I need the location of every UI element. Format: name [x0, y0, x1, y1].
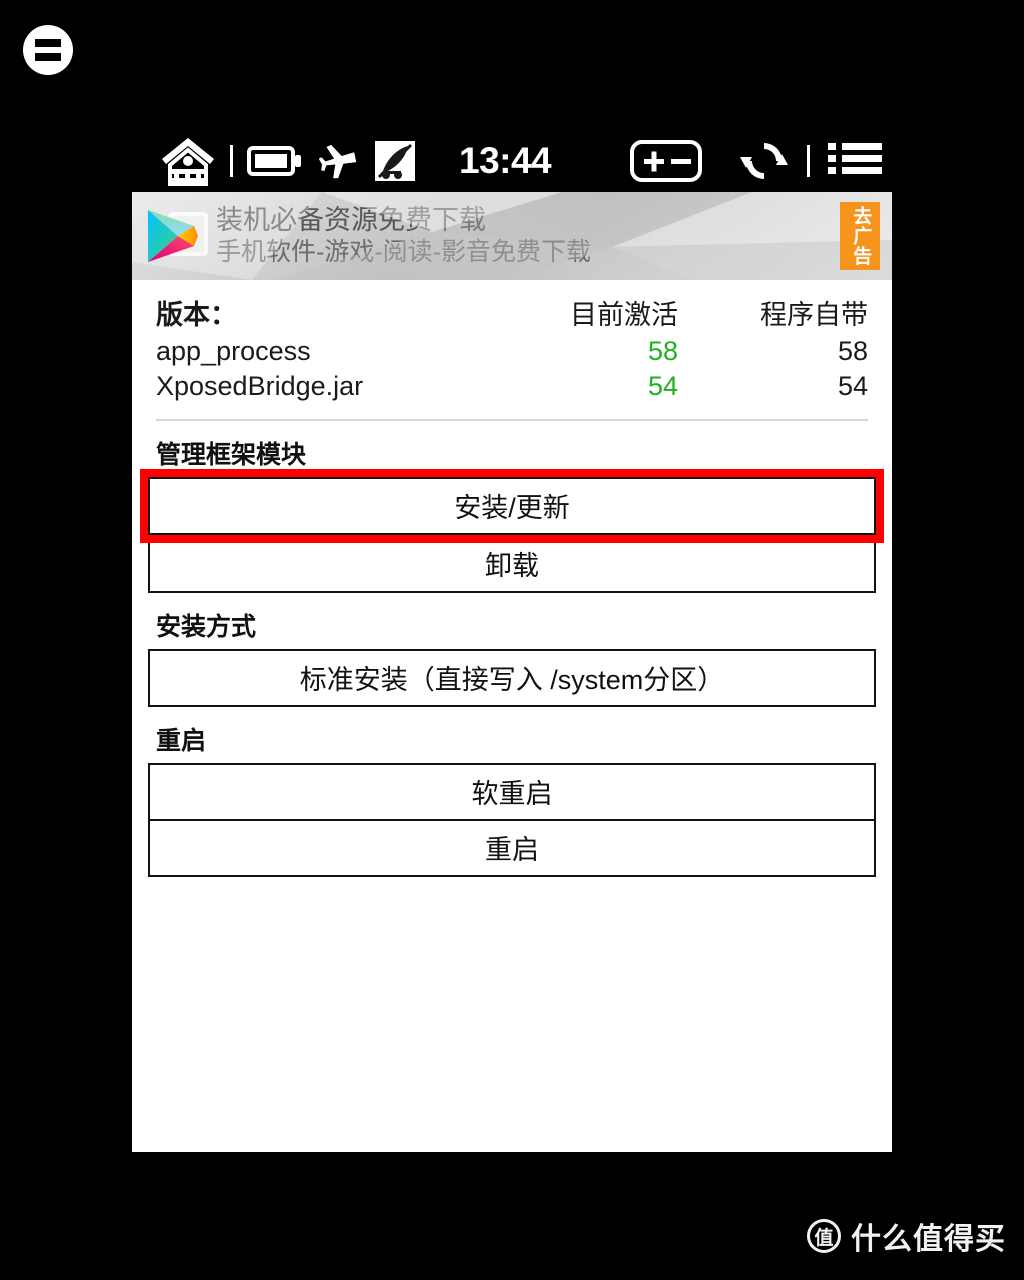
- install-update-button[interactable]: 安装/更新: [148, 476, 876, 535]
- home-fence-icon[interactable]: [160, 136, 216, 186]
- status-bar-clock: 13:44: [459, 140, 552, 181]
- satellite-off-icon[interactable]: [373, 139, 417, 183]
- section-framework: 管理框架模块 安装/更新 卸载: [132, 421, 892, 593]
- reboot-button[interactable]: 重启: [148, 818, 876, 877]
- refresh-sync-icon[interactable]: [739, 136, 789, 186]
- equals-bar-top: [35, 39, 61, 47]
- col-active-header: 目前激活: [570, 300, 678, 330]
- row-active: 58: [647, 335, 678, 366]
- ad-title: 装机必备资源免费下载: [216, 204, 486, 235]
- section-label-framework: 管理框架模块: [156, 440, 307, 469]
- google-play-icon: [144, 204, 208, 268]
- table-row: app_process 58 58: [156, 334, 868, 370]
- table-header-row: 版本： 目前激活 程序自带: [156, 298, 868, 334]
- watermark-text: 什么值得买: [851, 1223, 1006, 1256]
- section-reboot: 重启 软重启 重启: [132, 707, 892, 877]
- row-builtin: 58: [837, 335, 868, 366]
- ad-banner[interactable]: 装机必备资源免费下载 手机软件-游戏-阅读-影音免费下载 去广告: [132, 192, 892, 280]
- uninstall-button[interactable]: 卸载: [148, 534, 876, 593]
- play-triangle: [148, 210, 198, 262]
- remove-ads-badge[interactable]: 去广告: [840, 202, 880, 270]
- section-label-install-method: 安装方式: [156, 612, 257, 641]
- col-builtin-header: 程序自带: [760, 300, 868, 330]
- ad-subtitle: 手机软件-游戏-阅读-影音免费下载: [216, 237, 591, 266]
- section-label-reboot: 重启: [156, 726, 207, 755]
- status-bar-right-group: [629, 136, 892, 186]
- equals-bar-bottom: [35, 53, 61, 61]
- install-update-highlight-wrap: 安装/更新: [140, 468, 884, 543]
- screenshot-root: 13:44 装机必备资源免费下载 手机软件-游戏-阅读-影音免费下载 去广告 版…: [0, 0, 1024, 1280]
- framework-button-group: 安装/更新 卸载: [140, 468, 884, 593]
- equals-circle-icon: [23, 25, 73, 75]
- row-name: app_process: [156, 335, 311, 366]
- status-divider-1: [230, 145, 233, 177]
- airplane-mode-icon[interactable]: [319, 143, 359, 179]
- row-active: 54: [647, 371, 678, 402]
- row-name: XposedBridge.jar: [156, 371, 364, 402]
- row-builtin: 54: [837, 371, 868, 402]
- phone-screen: 装机必备资源免费下载 手机软件-游戏-阅读-影音免费下载 去广告 版本： 目前激…: [132, 192, 892, 1152]
- section-install-method: 安装方式 标准安装（直接写入 /system分区）: [132, 593, 892, 707]
- soft-reboot-button[interactable]: 软重启: [148, 762, 876, 821]
- reboot-button-group: 软重启 重启: [148, 762, 876, 877]
- table-row: XposedBridge.jar 54 54: [156, 369, 868, 405]
- status-divider-2: [807, 145, 810, 177]
- standard-install-button[interactable]: 标准安装（直接写入 /system分区）: [148, 648, 876, 707]
- battery-icon[interactable]: [247, 144, 303, 178]
- version-label: 版本：: [156, 300, 237, 330]
- watermark-logo-icon: 值: [807, 1219, 841, 1253]
- ad-text-group: 装机必备资源免费下载 手机软件-游戏-阅读-影音免费下载: [216, 204, 892, 268]
- status-bar: 13:44: [132, 130, 892, 192]
- version-table: 版本： 目前激活 程序自带 app_process 58 58 XposedBr…: [132, 280, 892, 411]
- zoom-plus-minus-icon[interactable]: [629, 139, 703, 183]
- watermark: 值 什么值得买: [807, 1214, 1006, 1258]
- status-bar-left-group: [132, 136, 417, 186]
- list-menu-icon[interactable]: [828, 139, 882, 183]
- install-method-button-group: 标准安装（直接写入 /system分区）: [148, 648, 876, 707]
